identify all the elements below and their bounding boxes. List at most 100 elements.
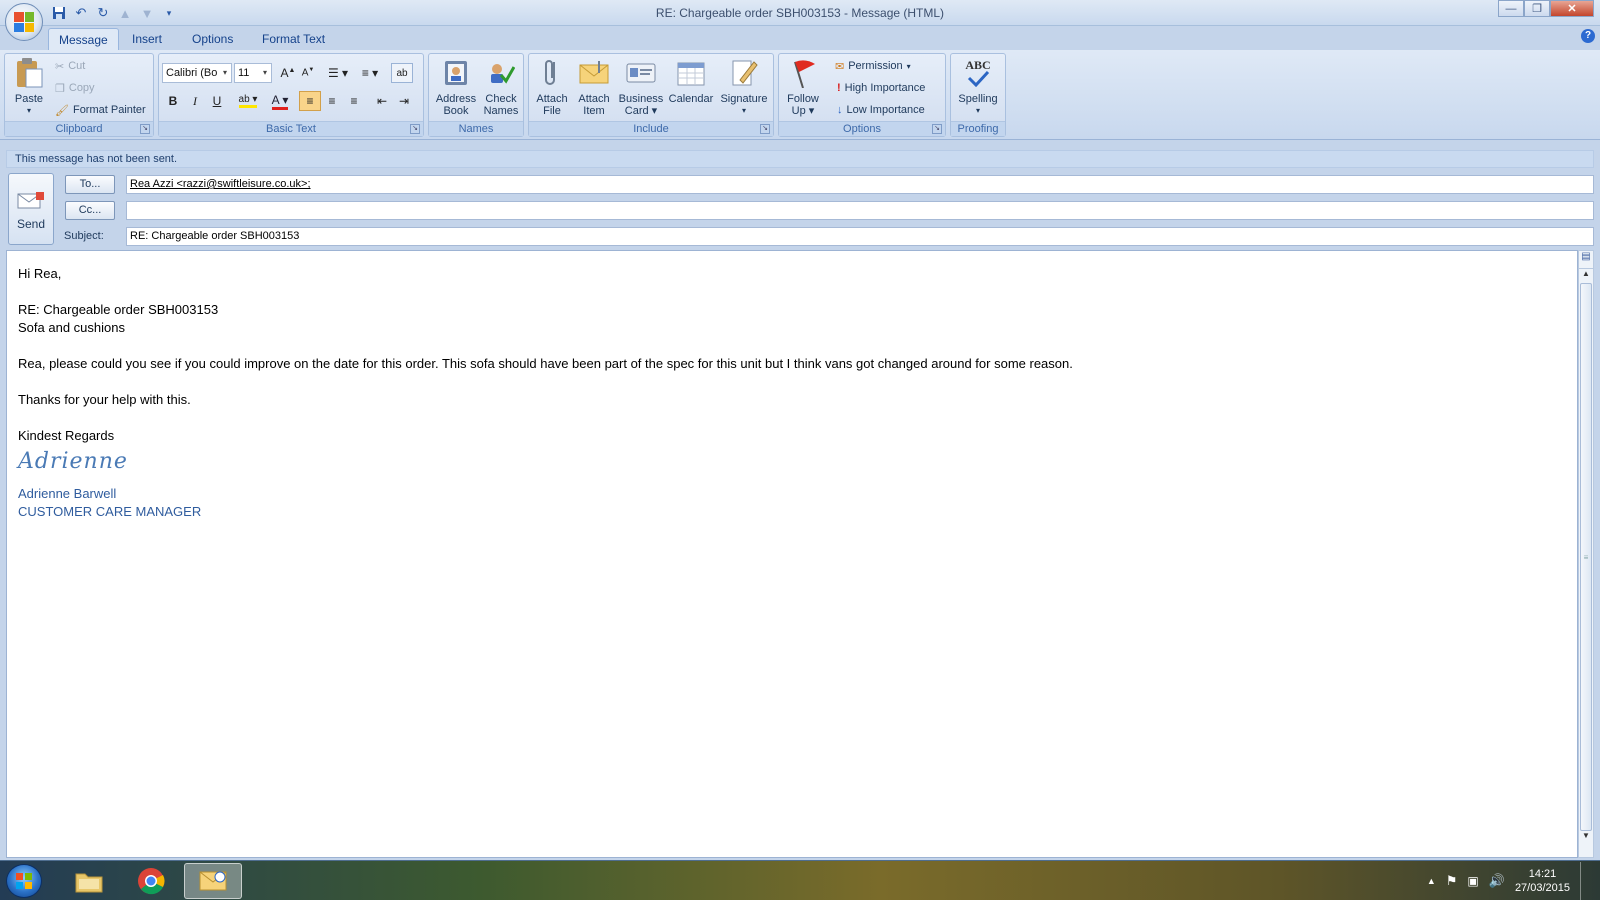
signature-button[interactable]: Signature ▾ [716,57,772,117]
attach-file-label-line2: File [543,105,561,117]
paintbrush-icon: 🖌 [55,104,69,117]
tab-message[interactable]: Message [48,28,119,50]
grow-font-button[interactable]: A▲ [277,63,299,83]
redo-icon[interactable]: ↻ [94,4,112,22]
copy-button[interactable]: ❐ Copy [55,78,95,98]
highlighter-icon: ab ▾ [238,94,258,108]
cc-field[interactable] [126,201,1594,220]
undo-icon[interactable]: ↶ [72,4,90,22]
bold-button[interactable]: B [162,91,184,111]
taskbar-explorer[interactable] [60,863,118,899]
clear-formatting-icon: ab [396,67,408,79]
next-item-icon[interactable]: ▼ [138,4,156,22]
italic-button[interactable]: I [184,91,206,111]
vertical-scrollbar[interactable]: ▤ ▲ ≡ ▼ [1578,250,1594,858]
permission-button[interactable]: ✉ Permission ▾ [835,56,911,76]
address-book-icon [440,57,472,89]
permission-icon: ✉ [835,60,845,73]
align-center-button[interactable]: ≡ [321,91,343,111]
cut-button[interactable]: ✂ Cut [55,56,85,76]
restore-button[interactable]: ❐ [1524,0,1550,17]
scroll-down-icon[interactable]: ▼ [1579,831,1593,845]
clear-formatting-button[interactable]: ab [391,63,413,83]
save-icon[interactable] [50,4,68,22]
clock[interactable]: 14:21 27/03/2015 [1515,867,1570,895]
show-hidden-icons-icon[interactable]: ▲ [1427,876,1436,886]
clipboard-group-label: Clipboard [5,121,153,136]
format-painter-button[interactable]: 🖌 Format Painter [55,100,146,120]
signature-name: Adrienne Barwell [18,486,117,501]
tab-insert[interactable]: Insert [122,28,172,50]
to-field[interactable]: Rea Azzi <razzi@swiftleisure.co.uk>; [126,175,1594,194]
paste-button[interactable]: Paste ▾ [9,57,49,117]
scroll-thumb[interactable]: ≡ [1580,283,1592,831]
outlook-envelope-icon [199,871,227,891]
close-button[interactable]: ✕ [1550,0,1594,17]
message-body[interactable]: Hi Rea, RE: Chargeable order SBH003153 S… [6,250,1578,858]
show-desktop-button[interactable] [1580,862,1590,900]
low-importance-button[interactable]: ↓ Low Importance [837,100,925,120]
check-names-button[interactable]: Check Names [479,57,523,117]
ribbon: Paste ▾ ✂ Cut ❐ Copy 🖌 Format Painter Clipb… [0,50,1600,140]
high-importance-button[interactable]: ! High Importance [837,78,925,98]
increase-indent-button[interactable]: ⇥ [393,91,415,111]
send-button[interactable]: Send [8,173,54,245]
basic-text-dialog-launcher[interactable]: ↘ [410,124,420,134]
taskbar-chrome[interactable] [122,863,180,899]
tab-options[interactable]: Options [182,28,243,50]
start-button[interactable] [6,864,42,898]
proofing-group-label: Proofing [951,121,1005,136]
taskbar-outlook[interactable] [184,863,242,899]
reference-line: RE: Chargeable order SBH003153 [18,302,219,317]
font-color-button[interactable]: A ▾ [265,91,295,111]
decrease-indent-button[interactable]: ⇤ [371,91,393,111]
to-recipient[interactable]: Rea Azzi <razzi@swiftleisure.co.uk>; [130,178,311,190]
shrink-font-button[interactable]: A▼ [297,63,319,83]
clock-time: 14:21 [1528,868,1557,880]
system-tray: ▲ ⚑ ▣ 🔊 14:21 27/03/2015 [1427,861,1600,900]
align-left-button[interactable]: ≡ [299,91,321,111]
message-body-text: Hi Rea, RE: Chargeable order SBH003153 S… [18,265,1073,521]
previous-item-icon[interactable]: ▲ [116,4,134,22]
clipboard-dialog-launcher[interactable]: ↘ [140,124,150,134]
red-flag-icon [787,57,819,89]
font-family-combo[interactable]: Calibri (Bo ▾ [162,63,232,83]
tab-format-text[interactable]: Format Text [252,28,335,50]
attach-file-button[interactable]: Attach File [532,57,572,117]
office-button[interactable] [5,3,43,41]
include-dialog-launcher[interactable]: ↘ [760,124,770,134]
calendar-button[interactable]: Calendar [666,57,716,105]
follow-up-button[interactable]: Follow Up ▾ [783,57,823,117]
numbering-button[interactable]: ≡ ▾ [355,63,385,83]
address-book-label-line1: Address [435,93,477,105]
ruler-toggle-icon[interactable]: ▤ [1579,251,1593,269]
network-icon[interactable]: ▣ [1467,874,1478,888]
font-size-value: 11 [238,67,250,79]
attach-file-label-line1: Attach [536,93,568,105]
business-card-button[interactable]: Business Card ▾ [616,57,666,117]
minimize-button[interactable]: — [1498,0,1524,17]
address-book-button[interactable]: Address Book [433,57,479,117]
format-painter-label: Format Painter [72,104,146,116]
calendar-label: Calendar [668,93,714,105]
bullet-list-icon: ☰ ▾ [327,66,349,80]
folder-icon [75,873,103,893]
attach-item-button[interactable]: Attach Item [574,57,614,117]
numbered-list-icon: ≡ ▾ [361,66,379,80]
underline-button[interactable]: U [206,91,228,111]
font-size-combo[interactable]: 11 ▾ [234,63,272,83]
customize-qat-icon[interactable]: ▾ [160,4,178,22]
subject-field[interactable]: RE: Chargeable order SBH003153 [126,227,1594,246]
volume-icon[interactable]: 🔊 [1489,873,1505,889]
highlight-button[interactable]: ab ▾ [233,91,263,111]
help-icon[interactable]: ? [1581,29,1595,43]
options-dialog-launcher[interactable]: ↘ [932,124,942,134]
scroll-up-icon[interactable]: ▲ [1579,269,1593,283]
bullets-button[interactable]: ☰ ▾ [323,63,353,83]
options-group-label: Options [779,121,945,136]
align-right-button[interactable]: ≡ [343,91,365,111]
action-center-flag-icon[interactable]: ⚑ [1446,873,1458,889]
cc-button[interactable]: Cc... [65,201,115,220]
to-button[interactable]: To... [65,175,115,194]
spelling-button[interactable]: ABC Spelling ▾ [953,57,1003,117]
